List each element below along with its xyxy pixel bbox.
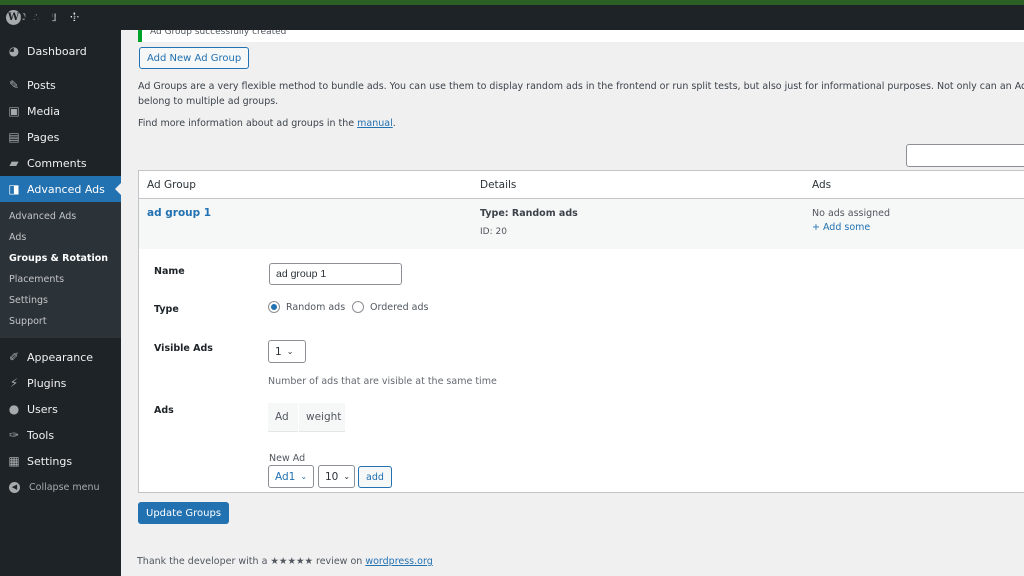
submenu-ads[interactable]: Ads	[0, 227, 121, 248]
visible-ads-select[interactable]: 1 ⌄	[268, 340, 306, 363]
sidebar-item-posts[interactable]: ✎ Posts	[0, 72, 121, 98]
weight-select[interactable]: 10 ⌄	[318, 465, 355, 488]
ads-label: Ads	[154, 405, 174, 416]
column-details: Details	[480, 179, 517, 191]
sidebar-item-settings[interactable]: ▦ Settings	[0, 448, 121, 474]
footer-text: Thank the developer with a ★★★★★ review …	[137, 556, 433, 567]
column-ads: Ads	[812, 179, 832, 191]
pin-icon: ✎	[8, 78, 20, 92]
radio-checked-icon	[268, 301, 280, 313]
add-ad-button[interactable]: add	[358, 466, 392, 488]
group-type: Type: Random ads	[480, 208, 578, 219]
submenu-groups-rotation[interactable]: Groups & Rotation	[0, 248, 121, 269]
description-text: Ad Groups are a very flexible method to …	[138, 81, 1024, 107]
sidebar-item-media[interactable]: ▣ Media	[0, 98, 121, 124]
sidebar-item-pages[interactable]: ▤ Pages	[0, 124, 121, 150]
sidebar-item-advanced-ads[interactable]: ◨ Advanced Ads	[0, 176, 121, 202]
sidebar-item-appearance[interactable]: ✐ Appearance	[0, 344, 121, 370]
brush-icon: ✐	[8, 350, 20, 364]
wrench-icon: ✑	[8, 428, 20, 442]
media-icon: ▣	[8, 104, 20, 118]
admin-sidebar: ◕ Dashboard ✎ Posts ▣ Media ▤ Pages ▰ Co…	[0, 30, 121, 576]
add-new-ad-group-button[interactable]: Add New Ad Group	[139, 47, 250, 69]
new-ad-select[interactable]: Ad1 ⌄	[268, 465, 314, 488]
sidebar-item-tools[interactable]: ✑ Tools	[0, 422, 121, 448]
submenu-support[interactable]: Support	[0, 311, 121, 332]
new-label: New	[20, 12, 44, 23]
update-groups-button[interactable]: Update Groups	[138, 502, 230, 524]
chevron-down-icon: ⌄	[300, 472, 308, 481]
ads-column-ad: Ad	[268, 403, 298, 432]
advanced-ads-icon: ◨	[8, 182, 20, 196]
success-notice: Ad Group successfully created	[138, 30, 1024, 42]
group-name-link[interactable]: ad group 1	[147, 207, 211, 219]
submenu-settings[interactable]: Settings	[0, 290, 121, 311]
chevron-down-icon: ⌄	[343, 472, 351, 481]
collapse-menu-button[interactable]: ◀ Collapse menu	[0, 474, 121, 500]
name-label: Name	[154, 266, 185, 277]
sidebar-item-plugins[interactable]: ⚡ Plugins	[0, 370, 121, 396]
comment-icon: ▰	[9, 156, 19, 170]
group-edit-form: Name Type Random ads Ordered ads Visible…	[139, 249, 1024, 492]
admin-bar: W ⌂ Your Name ▮ 0 + New	[0, 5, 1024, 30]
submenu-advanced-ads[interactable]: Advanced Ads	[0, 206, 121, 227]
user-icon: ●	[8, 402, 20, 416]
sidebar-item-users[interactable]: ● Users	[0, 396, 121, 422]
column-ad-group: Ad Group	[147, 179, 196, 191]
ads-column-weight: weight	[299, 403, 345, 432]
table-header: Ad Group Details Ads	[139, 171, 1024, 199]
type-random-radio[interactable]: Random ads	[268, 301, 345, 313]
sidebar-item-dashboard[interactable]: ◕ Dashboard	[0, 38, 121, 64]
settings-icon: ▦	[8, 454, 20, 468]
visible-ads-label: Visible Ads	[154, 343, 213, 354]
ads-status: No ads assigned	[812, 208, 891, 219]
add-some-link[interactable]: + Add some	[812, 222, 870, 233]
group-name-input[interactable]	[269, 263, 402, 285]
ad-groups-table: Ad Group Details Ads ad group 1 Type: Ra…	[138, 170, 1024, 493]
search-groups-input[interactable]	[906, 144, 1024, 167]
sidebar-item-comments[interactable]: ▰ Comments	[0, 150, 121, 176]
collapse-arrow-icon: ◀	[9, 481, 20, 493]
plugin-icon: ⚡	[9, 376, 19, 390]
manual-link[interactable]: manual	[357, 118, 393, 129]
advanced-ads-submenu: Advanced Ads Ads Groups & Rotation Place…	[0, 202, 121, 338]
visible-ads-hint: Number of ads that are visible at the sa…	[268, 376, 497, 387]
wordpress-org-link[interactable]: wordpress.org	[365, 556, 432, 567]
radio-unchecked-icon	[352, 301, 364, 313]
submenu-placements[interactable]: Placements	[0, 269, 121, 290]
group-id: ID: 20	[480, 227, 507, 237]
pages-icon: ▤	[8, 130, 20, 144]
main-content: Ad Group successfully created Add New Ad…	[121, 30, 1024, 576]
table-row: ad group 1 Type: Random ads ID: 20 No ad…	[139, 199, 1024, 249]
new-ad-label: New Ad	[269, 453, 306, 464]
dashboard-icon: ◕	[8, 44, 20, 58]
more-info-text: Find more information about ad groups in…	[138, 118, 396, 129]
wordpress-logo-icon: W	[6, 10, 21, 25]
chevron-down-icon: ⌄	[286, 347, 294, 356]
type-label: Type	[154, 304, 179, 315]
type-ordered-radio[interactable]: Ordered ads	[352, 301, 428, 313]
